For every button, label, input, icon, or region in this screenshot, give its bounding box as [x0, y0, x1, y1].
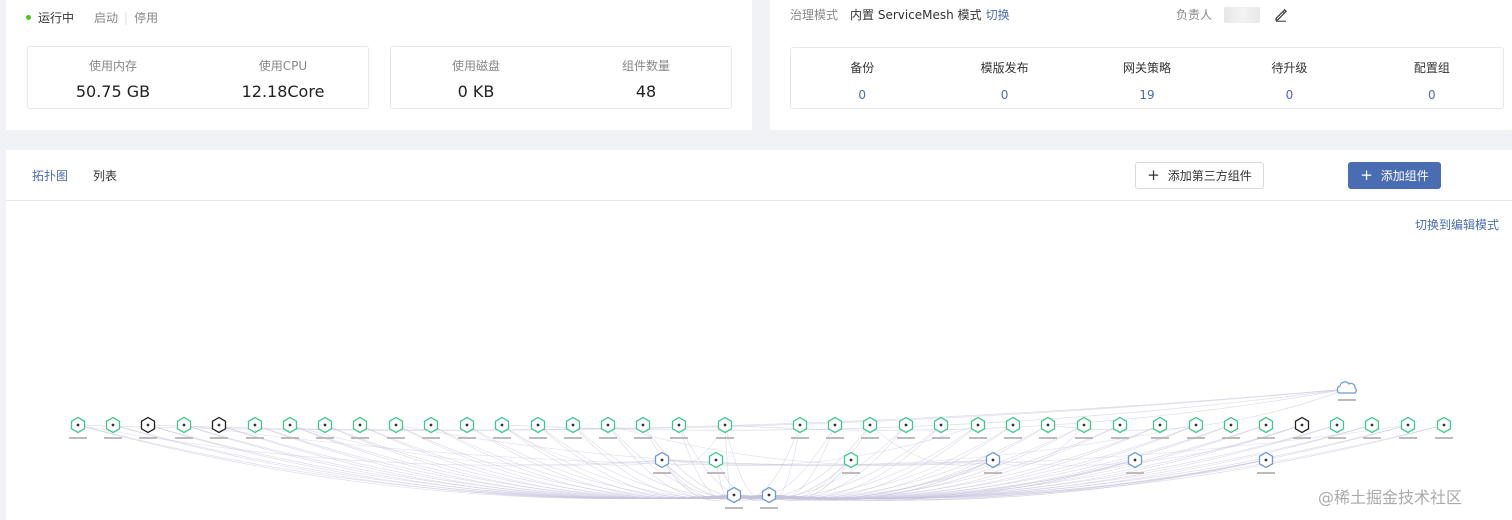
topology-node: [1004, 416, 1022, 439]
topology-node: [422, 416, 440, 439]
add-third-party-component-button[interactable]: + 添加第三方组件: [1135, 162, 1264, 189]
topology-node: [599, 416, 617, 439]
stat-label: 配置组: [1413, 61, 1450, 75]
governance-row: 治理模式 内置 ServiceMesh 模式 切换: [790, 6, 1010, 23]
topology-edge: [661, 424, 1197, 466]
view-tabs: 拓扑图 列表 + 添加第三方组件 + 添加组件: [6, 150, 1512, 201]
topology-node: [791, 416, 809, 439]
topology-node: [897, 416, 915, 439]
action-separator: |: [124, 10, 129, 25]
topology-node: [1075, 416, 1093, 439]
stat-value[interactable]: 0: [1286, 88, 1294, 102]
topology-node: [69, 416, 87, 439]
topology-edge: [733, 424, 907, 499]
topology-node: [351, 416, 369, 439]
storage-box: 使用磁盘 0 KB 组件数量 48: [390, 46, 732, 109]
metric-label: 使用CPU: [258, 59, 308, 73]
edit-icon[interactable]: [1274, 8, 1288, 22]
app-overview-card: 运行中 启动 | 停用 使用内存 50.75 GB 使用CPU 12.18Cor…: [6, 0, 752, 130]
metric-label: 使用内存: [88, 59, 137, 73]
button-label: 添加第三方组件: [1167, 169, 1252, 183]
topology-node: [842, 451, 860, 474]
stat-gateway-policy[interactable]: 网关策略 19: [1076, 48, 1218, 108]
stat-template-publish[interactable]: 模版发布 0: [933, 48, 1075, 108]
topology-node: [564, 416, 582, 439]
stop-link[interactable]: 停用: [134, 9, 158, 26]
topology-node: [316, 416, 334, 439]
button-label: 添加组件: [1380, 169, 1429, 183]
tab-list[interactable]: 列表: [93, 167, 117, 184]
topology-node: [1039, 416, 1057, 439]
plus-icon: +: [1147, 166, 1160, 184]
metric-cpu: 使用CPU 12.18Core: [198, 47, 368, 108]
governance-switch-link[interactable]: 切换: [986, 6, 1010, 23]
stats-box: 备份 0 模版发布 0 网关策略 19 待升级 0 配置组 0: [790, 47, 1504, 109]
owner-label: 负责人: [1176, 8, 1213, 22]
topology-node: [969, 416, 987, 439]
plus-icon: +: [1360, 166, 1373, 184]
topology-node: [653, 451, 671, 474]
running-status-dot: [26, 15, 31, 20]
cloud-icon: [1336, 381, 1357, 401]
topology-node: [493, 416, 511, 439]
metric-label: 使用磁盘: [451, 59, 500, 73]
topology-node: [1222, 416, 1240, 439]
status-row: 运行中 启动 | 停用: [26, 9, 158, 26]
topology-node: [1435, 416, 1453, 439]
topology-graph[interactable]: [6, 202, 1512, 520]
stat-label: 网关策略: [1123, 61, 1172, 75]
topology-edge: [724, 388, 1348, 431]
resource-box: 使用内存 50.75 GB 使用CPU 12.18Core: [27, 46, 369, 109]
stat-value[interactable]: 19: [1139, 88, 1154, 102]
metric-disk: 使用磁盘 0 KB: [391, 47, 561, 108]
tab-topology[interactable]: 拓扑图: [32, 167, 68, 184]
governance-value: 内置 ServiceMesh 模式: [850, 8, 982, 22]
topology-node: [387, 416, 405, 439]
topology-edge: [724, 424, 770, 499]
stat-value[interactable]: 0: [858, 88, 866, 102]
metric-value: 48: [635, 82, 657, 101]
stat-backup[interactable]: 备份 0: [791, 48, 933, 108]
status-text: 运行中: [38, 11, 75, 25]
owner-row: 负责人: [1176, 6, 1288, 23]
stat-label: 模版发布: [980, 61, 1029, 75]
topology-edges: [77, 388, 1445, 501]
owner-avatar-blurred: [1224, 6, 1261, 23]
topology-edge: [733, 424, 1373, 499]
topology-node: [725, 486, 743, 509]
watermark: @稀土掘金技术社区: [1318, 488, 1463, 507]
topology-edge: [733, 424, 1409, 499]
topology-node: [246, 416, 264, 439]
topology-panel: 拓扑图 列表 + 添加第三方组件 + 添加组件 切换到编辑模式: [6, 150, 1512, 520]
metric-component-count: 组件数量 48: [561, 47, 731, 108]
topology-node: [707, 451, 725, 474]
stat-value[interactable]: 0: [1001, 88, 1009, 102]
stat-value[interactable]: 0: [1428, 88, 1436, 102]
governance-card: 治理模式 内置 ServiceMesh 模式 切换 负责人 备份 0 模版发布 …: [770, 0, 1512, 130]
topology-node: [1257, 451, 1275, 474]
metric-label: 组件数量: [621, 59, 670, 73]
stat-label: 备份: [850, 61, 875, 75]
topology-node: [1111, 416, 1129, 439]
start-link[interactable]: 启动: [94, 9, 118, 26]
metric-value: 12.18Core: [241, 82, 325, 101]
stat-config-group[interactable]: 配置组 0: [1361, 48, 1503, 108]
topology-edge: [768, 459, 1267, 501]
topology-node: [281, 416, 299, 439]
stat-label: 待升级: [1271, 61, 1308, 75]
topology-node: [932, 416, 950, 439]
stat-pending-upgrade[interactable]: 待升级 0: [1218, 48, 1360, 108]
add-component-button[interactable]: + 添加组件: [1348, 162, 1441, 189]
topology-node: [760, 486, 778, 509]
metric-value: 50.75 GB: [75, 82, 151, 101]
topology-node: [670, 416, 688, 439]
topology-node: [529, 416, 547, 439]
topology-edge: [501, 388, 1348, 431]
metric-value: 0 KB: [457, 82, 495, 101]
metric-memory: 使用内存 50.75 GB: [28, 47, 198, 108]
topology-edge: [733, 424, 801, 499]
governance-label: 治理模式: [790, 8, 839, 22]
